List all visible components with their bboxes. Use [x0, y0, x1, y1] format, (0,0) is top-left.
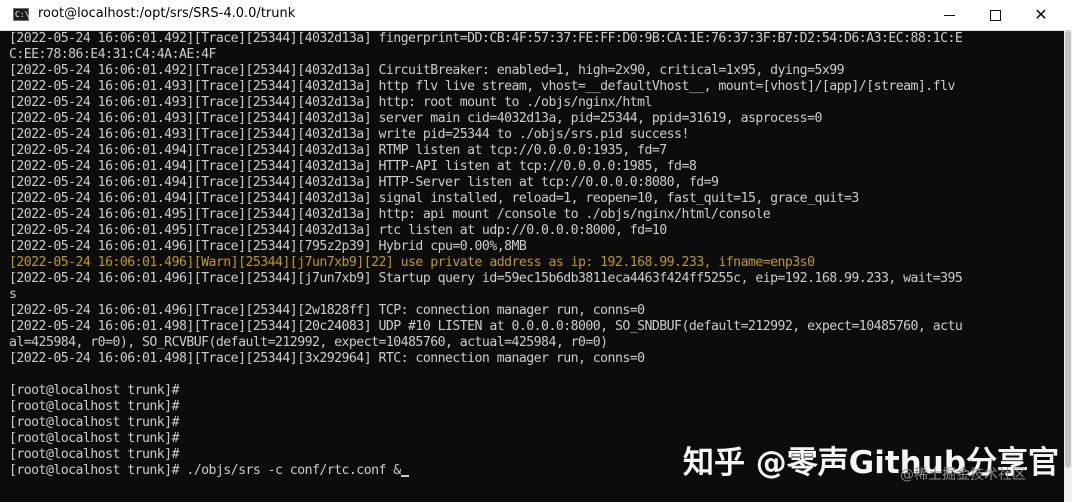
close-icon: ✕: [1034, 5, 1048, 24]
log-line: s: [9, 287, 17, 302]
shell-prompt-line: [root@localhost trunk]#: [9, 383, 180, 398]
maximize-button[interactable]: [972, 0, 1018, 30]
terminal-icon: C:\: [13, 8, 30, 21]
log-line: [2022-05-24 16:06:01.494][Trace][25344][…: [9, 191, 859, 206]
vertical-scrollbar[interactable]: [1064, 31, 1072, 502]
log-line: [2022-05-24 16:06:01.493][Trace][25344][…: [9, 127, 689, 142]
log-line: [2022-05-24 16:06:01.496][Trace][25344][…: [9, 303, 645, 318]
log-line: [2022-05-24 16:06:01.492][Trace][25344][…: [9, 63, 845, 78]
title-bar[interactable]: C:\ root@localhost:/opt/srs/SRS-4.0.0/tr…: [0, 0, 1072, 31]
shell-prompt-line: [root@localhost trunk]#: [9, 399, 180, 414]
log-line: [2022-05-24 16:06:01.494][Trace][25344][…: [9, 175, 719, 190]
minimize-icon: [943, 14, 955, 16]
scrollbar-thumb[interactable]: [1065, 31, 1071, 468]
log-line: [2022-05-24 16:06:01.492][Trace][25344][…: [9, 31, 963, 46]
log-line: [2022-05-24 16:06:01.496][Trace][25344][…: [9, 239, 527, 254]
window-title: root@localhost:/opt/srs/SRS-4.0.0/trunk: [38, 6, 296, 21]
log-line-warn: [2022-05-24 16:06:01.496][Warn][25344][j…: [9, 255, 815, 270]
log-line: [2022-05-24 16:06:01.498][Trace][25344][…: [9, 319, 963, 334]
shell-prompt-line: [root@localhost trunk]#: [9, 415, 180, 430]
minimize-button[interactable]: [926, 0, 972, 30]
log-line: [2022-05-24 16:06:01.494][Trace][25344][…: [9, 159, 697, 174]
watermark-source: @稀土掘金技术社区: [900, 467, 1026, 483]
log-line: [2022-05-24 16:06:01.495][Trace][25344][…: [9, 223, 667, 238]
log-line: [2022-05-24 16:06:01.493][Trace][25344][…: [9, 79, 955, 94]
close-button[interactable]: ✕: [1018, 0, 1064, 30]
maximize-icon: [989, 9, 1001, 21]
log-line: [2022-05-24 16:06:01.494][Trace][25344][…: [9, 143, 667, 158]
terminal-window: C:\ root@localhost:/opt/srs/SRS-4.0.0/tr…: [0, 0, 1072, 502]
log-line: [2022-05-24 16:06:01.495][Trace][25344][…: [9, 207, 771, 222]
log-line: C:EE:78:86:E4:31:C4:4A:AE:4F: [9, 47, 216, 62]
text-cursor: [400, 475, 409, 477]
log-line: [2022-05-24 16:06:01.498][Trace][25344][…: [9, 351, 645, 366]
log-line: [2022-05-24 16:06:01.493][Trace][25344][…: [9, 111, 822, 126]
log-line: [2022-05-24 16:06:01.496][Trace][25344][…: [9, 271, 963, 286]
log-line: [2022-05-24 16:06:01.493][Trace][25344][…: [9, 95, 652, 110]
log-line: al=425984, r0=0), SO_RCVBUF(default=2129…: [9, 335, 608, 350]
console-output-area[interactable]: [2022-05-24 16:06:01.492][Trace][25344][…: [0, 31, 1064, 502]
console-lines: [2022-05-24 16:06:01.492][Trace][25344][…: [9, 31, 1045, 479]
